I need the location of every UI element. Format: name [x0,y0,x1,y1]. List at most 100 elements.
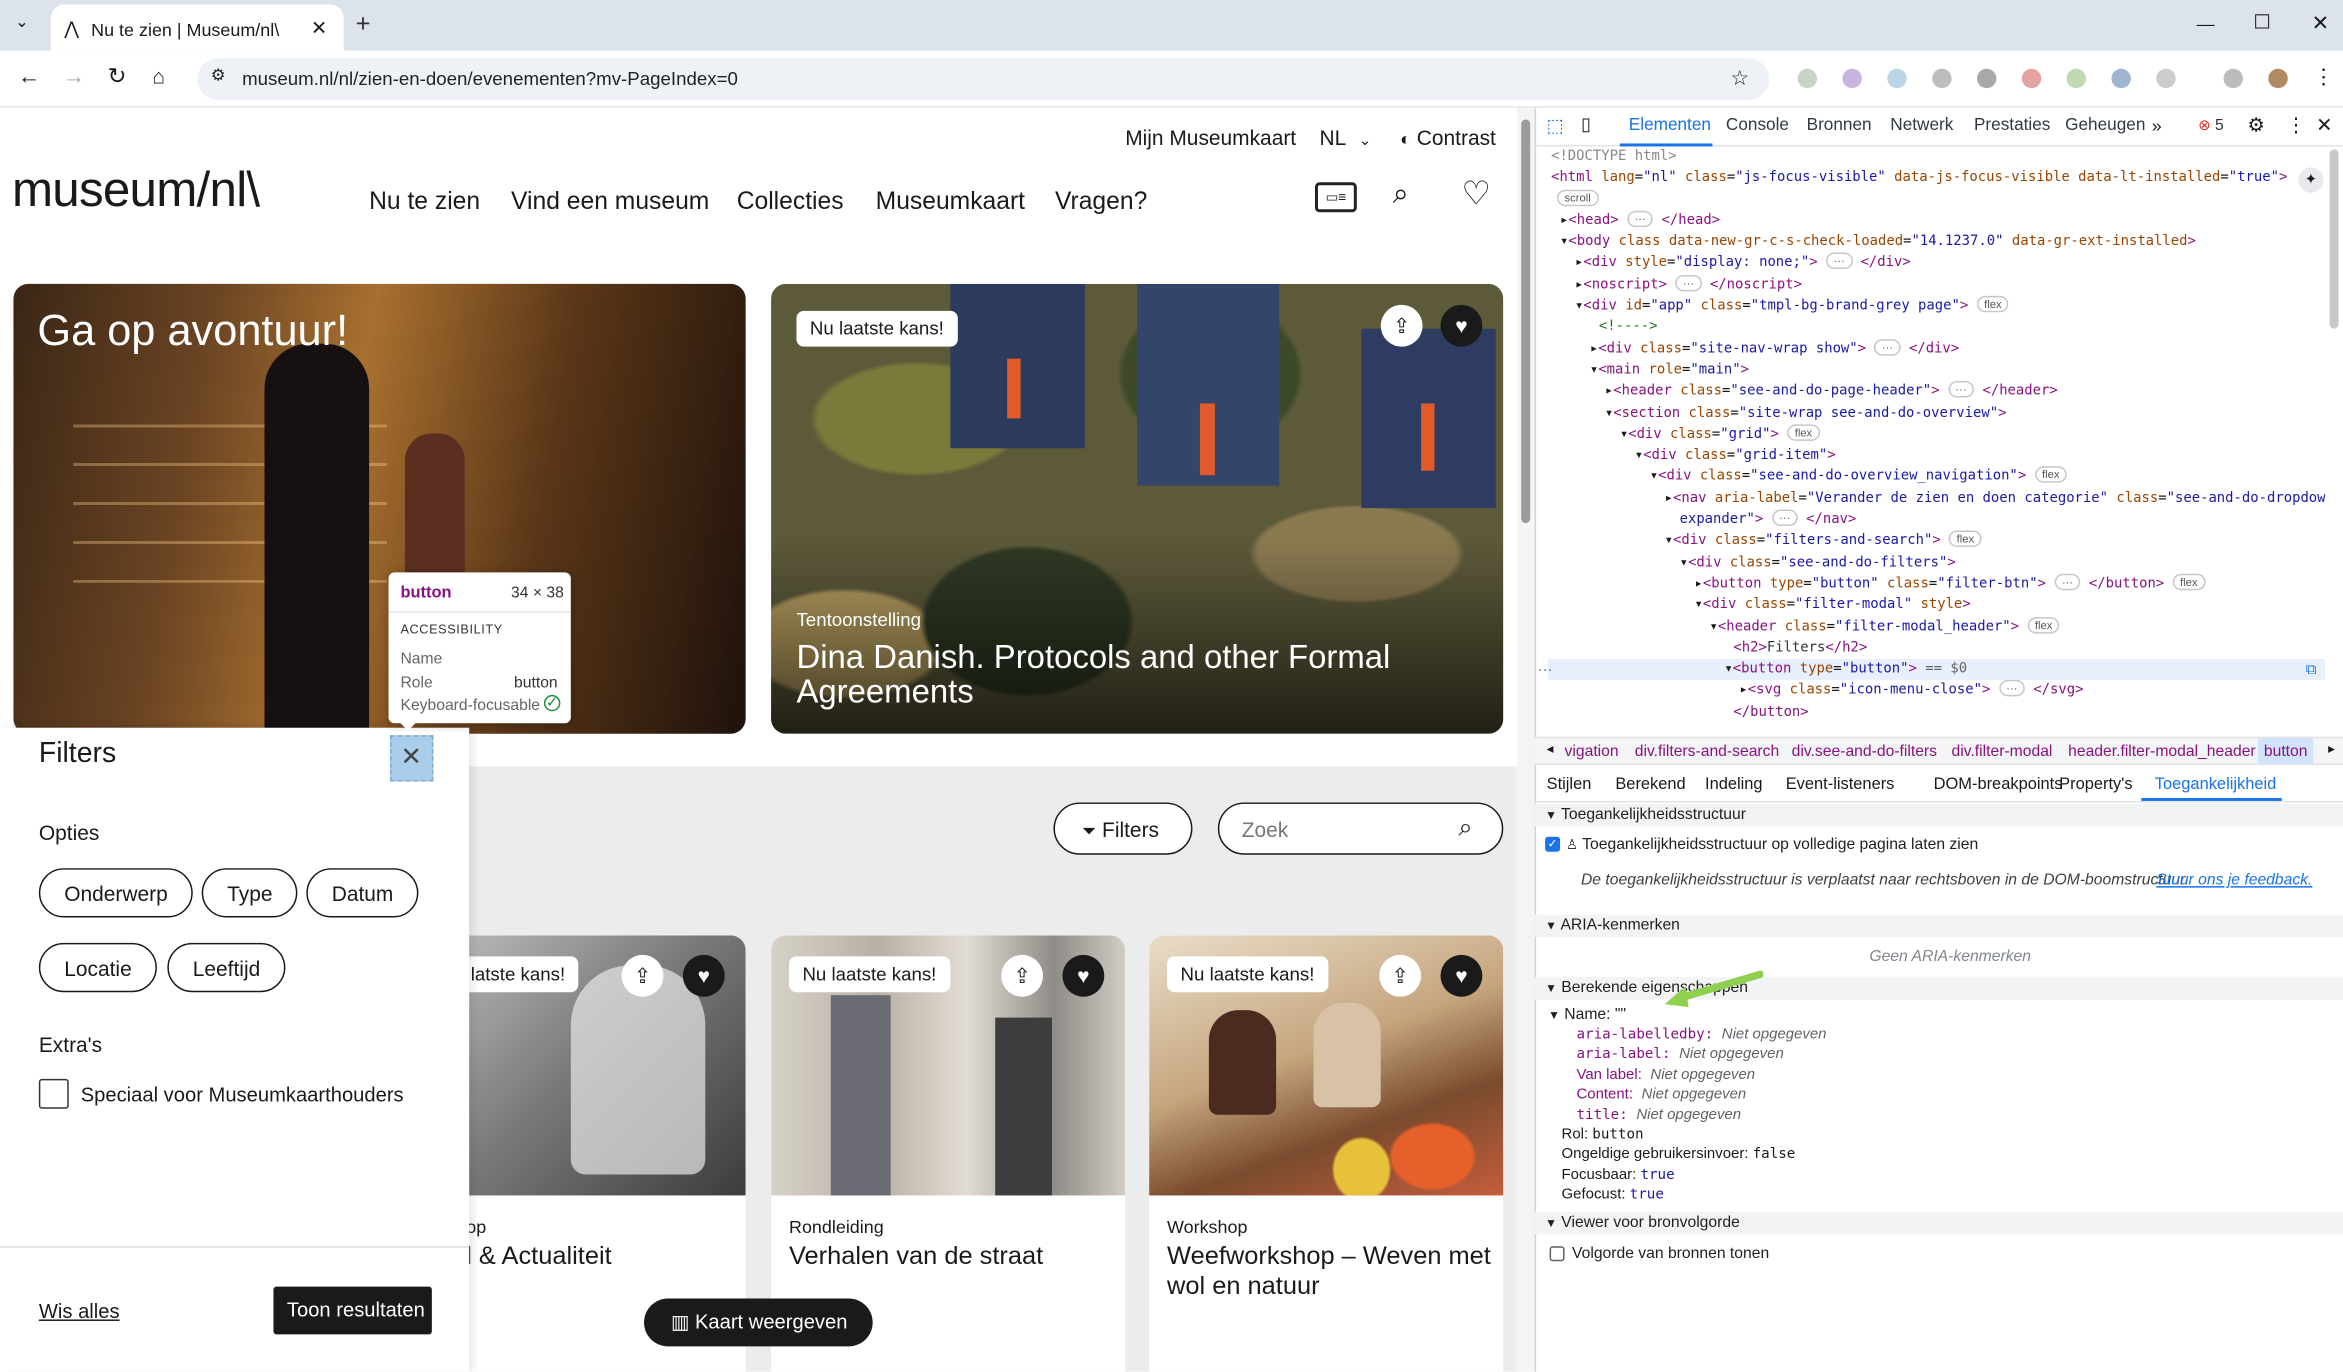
museumkaart-card-icon[interactable]: ▭≡ [1314,182,1357,213]
dom-line[interactable]: <html lang="nl" class="js-focus-visible"… [1548,168,2325,189]
source-order-label[interactable]: Volgorde van bronnen tonen [1572,1245,1769,1263]
show-map-button[interactable]: ▥ Kaart weergeven [644,1298,873,1347]
extension-icon[interactable] [1887,68,1907,89]
dom-line[interactable]: ▾<div class="see-and-do-overview_navigat… [1548,466,2325,488]
devtools-close-icon[interactable]: ✕ [2316,115,2332,134]
dom-line[interactable]: <!DOCTYPE html> [1548,146,2325,167]
site-info-icon[interactable]: ⚙ [211,68,226,85]
subtab-stijlen[interactable]: Stijlen [1547,776,1592,794]
dom-line[interactable]: ▸<header class="see-and-do-page-header">… [1548,381,2325,402]
extension-icon[interactable] [2223,68,2243,89]
extension-icon[interactable] [2156,68,2176,89]
tab-netwerk[interactable]: Netwerk [1890,117,1953,135]
accessibility-toggle-icon[interactable]: ✦ [2298,167,2324,193]
more-tabs-icon[interactable]: » [2152,117,2162,135]
subtab-berekend[interactable]: Berekend [1615,776,1685,794]
favorite-heart-icon[interactable]: ♥ [1440,954,1483,997]
breadcrumb-item[interactable]: div.see-and-do-filters [1792,743,1937,761]
dom-line[interactable]: ▸<button type="button" class="filter-btn… [1548,573,2325,595]
chip-onderwerp[interactable]: Onderwerp [38,868,194,918]
chip-locatie[interactable]: Locatie [38,942,158,993]
breadcrumb-item-selected[interactable]: button [2257,738,2314,764]
dom-line[interactable]: ▸<noscript> ··· </noscript> [1548,274,2325,296]
dom-line[interactable]: ▾<div class="grid"> flex [1548,424,2325,445]
event-card[interactable]: Nu laatste kans! ⇪ ♥ Workshop Weefworksh… [1149,935,1504,1372]
nav-item-vind-een-museum[interactable]: Vind een museum [511,188,709,216]
tab-geheugen[interactable]: Geheugen [2065,117,2145,135]
breadcrumb-item[interactable]: vigation [1565,743,1619,761]
nav-item-museumkaart[interactable]: Museumkaart [876,188,1025,216]
browser-tab[interactable]: ⋀ Nu te zien | Museum/nl\ ✕ [50,4,344,51]
extension-icon[interactable] [2066,68,2087,89]
nav-item-nu-te-zien[interactable]: Nu te zien [369,188,480,216]
tab-prestaties[interactable]: Prestaties [1974,117,2050,135]
extension-icon[interactable] [1976,68,1997,89]
scrollbar-thumb[interactable] [1521,119,1531,524]
favorite-heart-icon[interactable]: ♥ [1062,954,1105,997]
dom-line[interactable]: ▾<section class="site-wrap see-and-do-ov… [1548,403,2325,424]
favorite-heart-icon[interactable]: ♥ [682,954,725,997]
show-in-accessibility-tree-icon[interactable]: ⧉ [2306,663,2317,678]
dom-line[interactable]: ▾<header class="filter-modal_header"> fl… [1548,616,2325,637]
tab-console[interactable]: Console [1726,117,1789,135]
clear-all-link[interactable]: Wis alles [39,1300,120,1322]
dom-line[interactable]: ▾<div id="app" class="tmpl-bg-brand-grey… [1548,295,2325,317]
reload-icon[interactable]: ↻ [108,66,127,88]
maximize-icon[interactable]: ☐ [2253,12,2270,31]
featured-exhibition-card[interactable]: Nu laatste kans! ⇪ ♥ Tentoonstelling Din… [771,283,1504,734]
extension-icon[interactable] [2111,68,2131,89]
devtools-scrollbar-thumb[interactable] [2329,149,2339,329]
source-order-checkbox[interactable] [1549,1246,1565,1262]
close-tab-icon[interactable]: ✕ [311,18,327,37]
dom-line[interactable]: ▾<div class="filter-modal" style> [1548,595,2325,616]
full-page-tree-checkbox[interactable]: ✓ [1545,836,1561,852]
back-icon[interactable]: ← [18,66,40,88]
dom-line[interactable]: <h2>Filters</h2> [1548,638,2325,659]
share-icon[interactable]: ⇪ [621,954,664,997]
window-close-icon[interactable]: ✕ [2312,12,2330,33]
inspect-element-icon[interactable]: ⬚ [1547,117,1564,135]
breadcrumb-item[interactable]: div.filter-modal [1952,743,2053,761]
favorites-heart-icon[interactable]: ♡ [1461,177,1490,211]
hero-banner[interactable]: Ga op avontuur! [13,283,746,734]
dom-line[interactable]: ▾<div class="filters-and-search"> flex [1548,530,2325,552]
dom-line[interactable]: </button> [1548,702,2325,723]
dom-line[interactable]: expander"> ··· </nav> [1548,509,2325,531]
tree-section-heading[interactable]: ▼ Toegankelijkheidsstructuur [1545,805,1746,823]
search-icon[interactable]: ⌕ [1393,181,1409,209]
breadcrumb-prev-icon[interactable]: ◂ [1547,742,1554,756]
dom-line[interactable]: ▸<div style="display: none;"> ··· </div> [1548,253,2325,274]
dom-line[interactable]: ▾<body class data-new-gr-c-s-check-loade… [1548,232,2325,253]
tab-elementen[interactable]: Elementen [1629,117,1711,135]
dom-line[interactable]: ▸<head> ··· </head> [1548,210,2325,232]
new-tab-button[interactable]: + [356,10,371,35]
devtools-menu-icon[interactable]: ⋮ [2286,115,2305,134]
subtab-properties[interactable]: Property's [2059,776,2133,794]
source-order-section-heading[interactable]: ▼ Viewer voor bronvolgorde [1545,1213,1740,1231]
filters-button[interactable]: ⏷ Filters [1053,802,1193,855]
dom-line[interactable]: ▾<div class="see-and-do-filters"> [1548,552,2325,573]
feedback-link[interactable]: Stuur ons je feedback. [2156,871,2312,889]
settings-gear-icon[interactable]: ⚙ [2247,115,2264,134]
dom-line[interactable]: ▸<nav aria-label="Verander de zien en do… [1548,488,2325,509]
extension-icon[interactable] [1797,68,1818,89]
bookmark-star-icon[interactable]: ☆ [1730,67,1749,88]
share-icon[interactable]: ⇪ [1379,954,1422,997]
extension-icon[interactable] [2021,68,2042,89]
tab-bronnen[interactable]: Bronnen [1807,117,1872,135]
chrome-menu-icon[interactable]: ⋮ [2313,66,2334,87]
page-scrollbar[interactable] [1516,107,1535,1372]
favorite-heart-icon[interactable]: ♥ [1440,304,1483,347]
dom-line[interactable]: ▾<div class="grid-item"> [1548,446,2325,467]
full-page-tree-label[interactable]: ♙ Toegankelijkheidsstructuur op volledig… [1566,835,1978,853]
nav-item-collecties[interactable]: Collecties [737,188,844,216]
dom-line[interactable]: <!----> [1548,317,2325,338]
dom-line[interactable]: ▸<svg class="icon-menu-close"> ··· </svg… [1548,680,2325,702]
search-icon[interactable]: ⌕ [1458,814,1472,839]
dom-line-selected[interactable]: ▾<button type="button"> == $0 [1548,659,2326,681]
profile-avatar[interactable] [2268,68,2288,89]
museumkaart-checkbox-label[interactable]: Speciaal voor Museumkaarthouders [81,1083,404,1105]
search-field[interactable]: Zoek ⌕ [1217,802,1504,855]
aria-section-heading[interactable]: ▼ ARIA-kenmerken [1545,916,1680,934]
subtab-toegankelijkheid[interactable]: Toegankelijkheid [2155,776,2277,794]
